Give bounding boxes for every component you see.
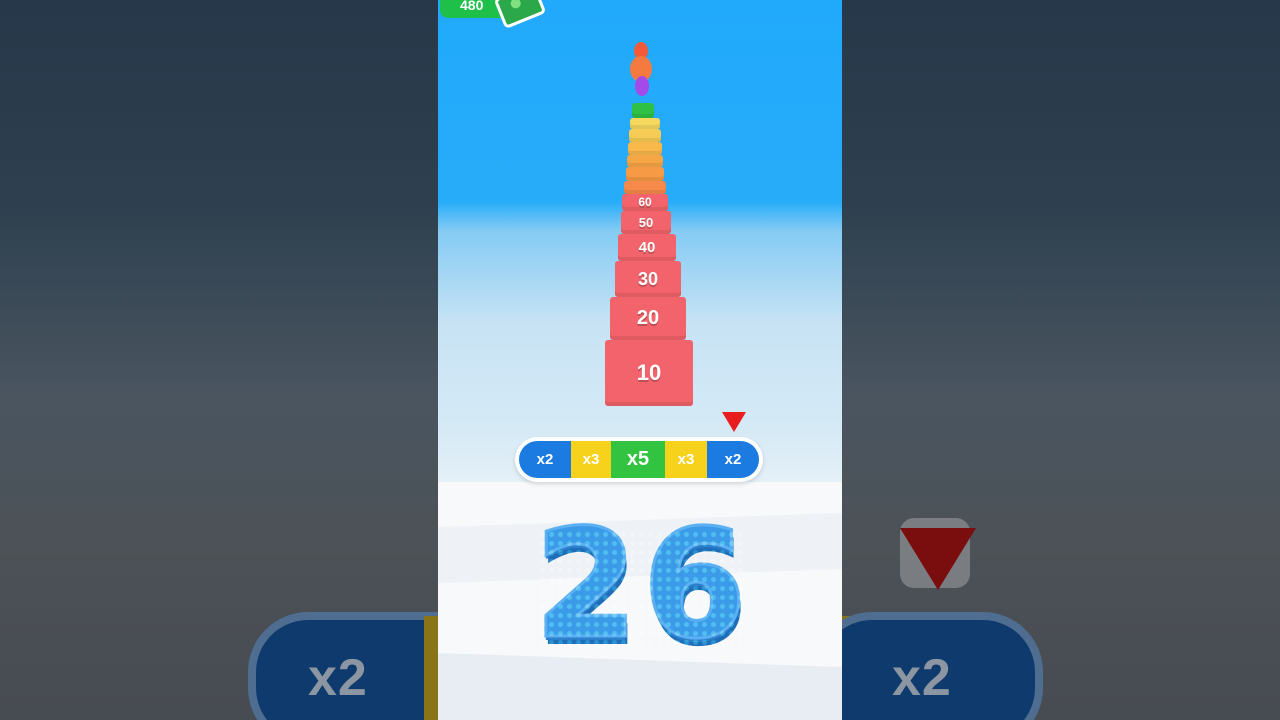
tower-block: [624, 181, 666, 194]
blurred-backdrop-right: x2: [842, 0, 1280, 720]
tower-block: [630, 118, 660, 129]
tower-block-label: 40: [638, 239, 656, 256]
tower-block-label: 60: [638, 195, 652, 209]
tower-block: [632, 103, 654, 118]
tower-block: 50: [621, 211, 671, 234]
crowd-texture: [538, 530, 748, 650]
tower-block: [626, 167, 664, 181]
tower-block: 10: [605, 340, 693, 406]
tower-block: [627, 155, 663, 167]
multiplier-segment: x2: [519, 441, 571, 478]
tower-block: 20: [610, 297, 686, 340]
multiplier-segment: x3: [665, 441, 707, 478]
tower-block: 30: [615, 261, 681, 297]
bg-marker-triangle: [900, 528, 976, 590]
multiplier-pointer-marker: [722, 412, 746, 432]
tower-block-label: 10: [636, 360, 662, 385]
bg-multiplier-pill-left: x2: [248, 612, 438, 720]
tower-block-label: 30: [637, 269, 659, 289]
multiplier-bar: x2 x3 x5 x3 x2: [515, 437, 763, 482]
bg-multiplier-label-right: x2: [892, 649, 952, 707]
tower-block: [629, 129, 661, 142]
tower-block: 60: [622, 194, 668, 211]
tower-block-label: 20: [636, 307, 660, 329]
bg-yellow-segment-left: [424, 616, 438, 720]
multiplier-segment: x3: [571, 441, 611, 478]
blurred-backdrop-left: x2: [0, 0, 438, 720]
bg-multiplier-label-left: x2: [308, 649, 368, 707]
tower-block: 40: [618, 234, 676, 261]
tower-block: [628, 142, 662, 155]
multiplier-segment: x5: [611, 441, 665, 478]
game-viewport[interactable]: 480 102030405060 x2x3x5x3x2 26: [438, 0, 842, 720]
bg-multiplier-pill-right: x2: [842, 612, 1043, 720]
multiplier-segment: x2: [707, 441, 759, 478]
tower-block-label: 50: [638, 215, 654, 230]
runner-figure: [635, 76, 649, 96]
